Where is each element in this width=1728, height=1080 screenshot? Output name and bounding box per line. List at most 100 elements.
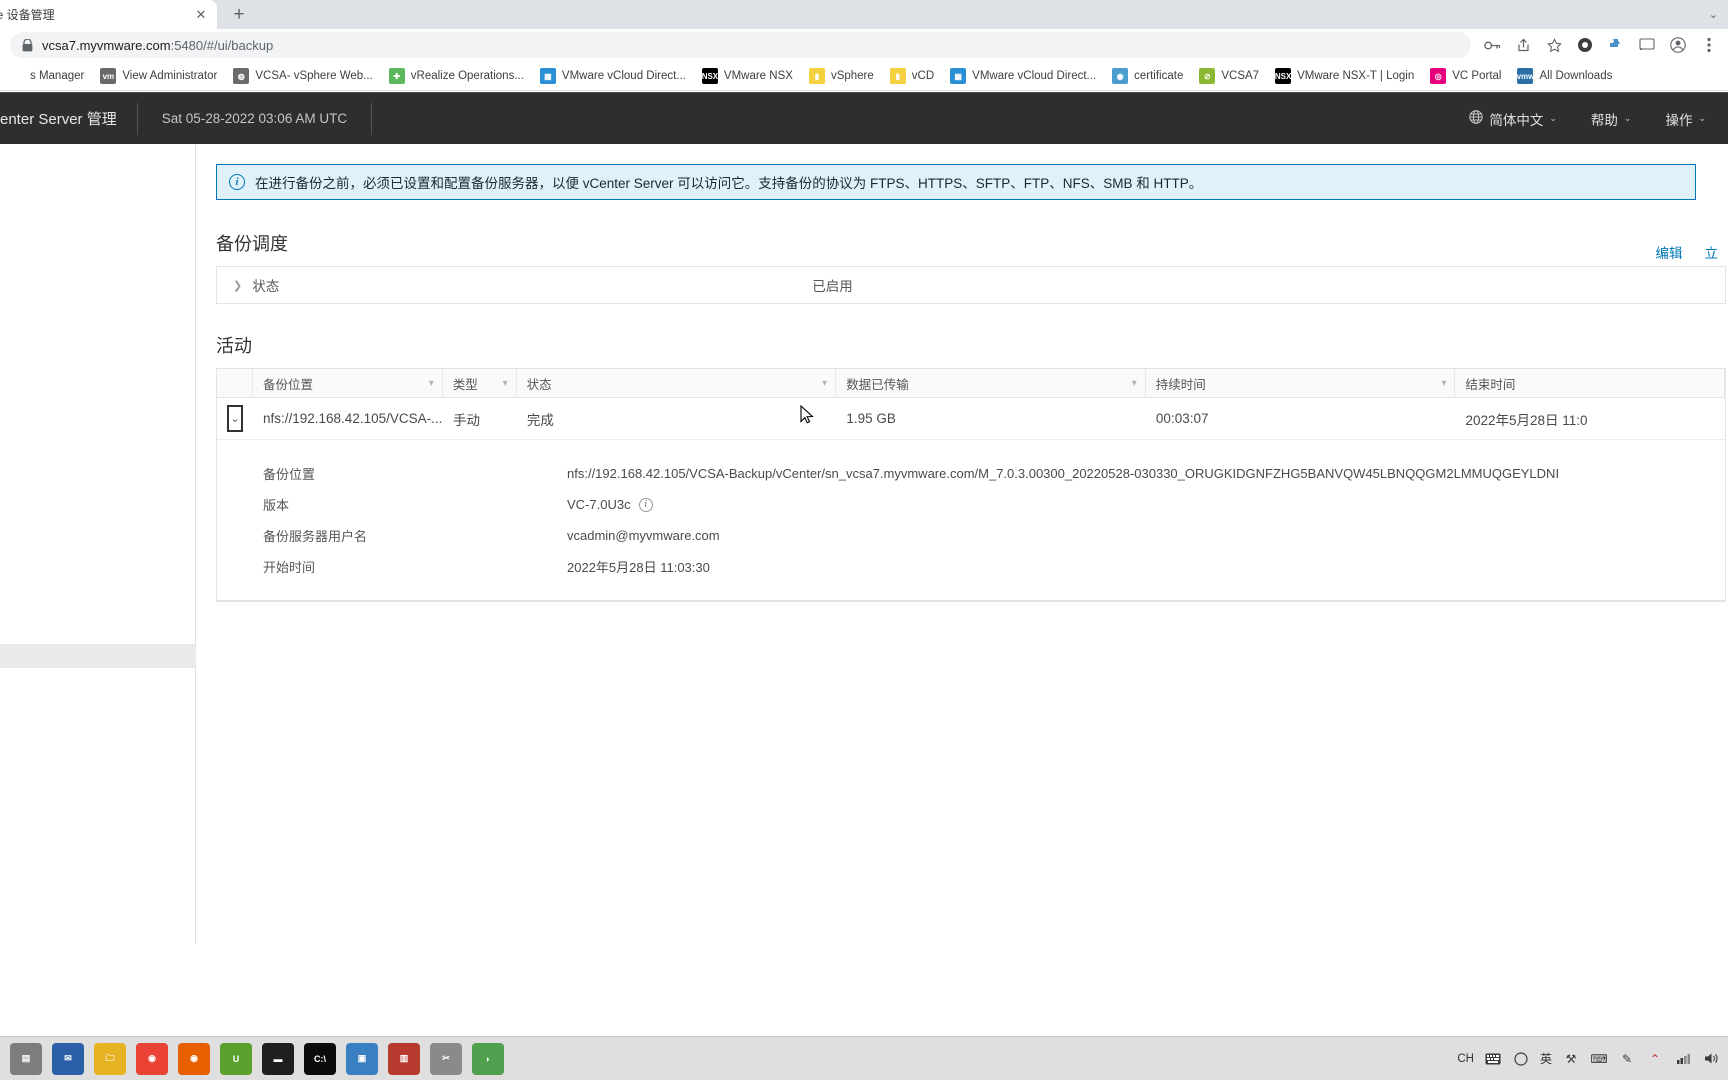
app-rdp-icon[interactable]: ▣ [346, 1042, 378, 1075]
close-icon[interactable]: ✕ [193, 7, 209, 23]
detail-value: vcadmin@myvmware.com [567, 528, 720, 543]
app-vm-icon[interactable]: ▤ [10, 1042, 42, 1075]
detail-label: 开始时间 [263, 560, 316, 575]
filter-icon[interactable]: ▾ [429, 378, 434, 389]
bookmark-favicon-icon: NSX [702, 68, 718, 84]
new-tab-button[interactable]: + [225, 1, 253, 29]
app-title: enter Server 管理 [0, 102, 138, 135]
filter-icon[interactable]: ▾ [822, 378, 827, 389]
edit-schedule-link[interactable]: 编辑 [1656, 242, 1683, 262]
bookmark-item[interactable]: NSX VMware NSX-T | Login [1267, 62, 1422, 90]
activity-detail-panel: 备份位置 nfs://192.168.42.105/VCSA-Backup/vCe… [217, 440, 1725, 601]
bookmark-item[interactable]: NSX VMware NSX [694, 62, 801, 90]
address-bar[interactable]: vcsa7.myvmware.com:5480/#/ui/backup [10, 32, 1471, 58]
detail-label: 备份服务器用户名 [263, 529, 368, 544]
bookmark-item[interactable]: s Manager [0, 62, 92, 90]
pencil-icon[interactable]: ✎ [1618, 1050, 1636, 1068]
bookmark-item[interactable]: ▦ VMware vCloud Direct... [532, 62, 694, 90]
chevron-down-icon[interactable]: ⌄ [227, 405, 243, 432]
detail-label: 版本 [263, 498, 290, 513]
filter-icon[interactable]: ▾ [1132, 378, 1137, 389]
bookmark-label: s Manager [30, 70, 85, 82]
chevron-down-icon[interactable]: ⌄ [1709, 8, 1718, 21]
chevron-down-icon: ⌄ [1623, 113, 1632, 123]
backup-now-link[interactable]: 立 [1705, 242, 1719, 262]
sidebar-selected-item[interactable] [0, 644, 196, 668]
record-icon[interactable] [1576, 36, 1594, 54]
app-putty-icon[interactable]: ◗ [472, 1042, 504, 1075]
bookmark-label: All Downloads [1539, 70, 1613, 82]
bookmark-item[interactable]: ▦ VMware vCloud Direct... [942, 62, 1104, 90]
column-header[interactable]: 备份位置 ▾ [253, 369, 443, 397]
app-tools-icon[interactable]: ✂ [430, 1042, 462, 1075]
cast-icon[interactable] [1638, 36, 1656, 54]
globe-icon [1469, 110, 1484, 127]
schedule-status-row[interactable]: ❯ 状态 已启用 [217, 267, 1725, 303]
backup-schedule-actions: 编辑 立 [1656, 242, 1727, 266]
detail-label: 备份位置 [263, 467, 316, 482]
volume-icon[interactable] [1702, 1050, 1720, 1068]
filter-icon[interactable]: ▾ [1441, 378, 1446, 389]
menu-icon[interactable] [1700, 36, 1718, 54]
bookmark-item[interactable]: ◉ certificate [1104, 62, 1191, 90]
app-winrar-icon[interactable]: ▥ [388, 1042, 420, 1075]
tools-icon[interactable]: ⚒ [1562, 1050, 1580, 1068]
keyboard-icon[interactable] [1484, 1050, 1502, 1068]
column-header[interactable]: 状态 ▾ [517, 369, 837, 397]
language-menu[interactable]: 简体中文 ⌄ [1469, 109, 1557, 129]
bookmark-item[interactable]: ✚ vRealize Operations... [381, 62, 532, 90]
detail-value: nfs://192.168.42.105/VCSA-Backup/vCenter… [567, 466, 1559, 481]
app-firefox-icon[interactable]: ◉ [178, 1042, 210, 1075]
app-editor-icon[interactable]: U [220, 1042, 252, 1075]
info-icon[interactable]: i [638, 497, 653, 512]
sidebar-nav [0, 144, 196, 944]
app-explorer-icon[interactable]: 🗀 [94, 1042, 126, 1075]
detail-value: 2022年5月28日 11:03:30 [567, 557, 710, 576]
bookmark-item[interactable]: ◎ VC Portal [1422, 62, 1509, 90]
bookmark-favicon-icon: ◍ [233, 68, 250, 84]
app-mail-icon[interactable]: ✉ [52, 1042, 84, 1075]
extension-puzzle-icon[interactable] [1607, 36, 1625, 54]
url-host: vcsa7.myvmware.com [42, 37, 171, 53]
bookmark-favicon-icon: vmw [1517, 68, 1534, 84]
omnibox-bar: vcsa7.myvmware.com:5480/#/ui/backup [0, 29, 1728, 62]
bookmark-item[interactable]: ◍ VCSA- vSphere Web... [225, 62, 380, 90]
share-icon[interactable] [1514, 36, 1532, 54]
key-icon[interactable] [1483, 36, 1501, 54]
omnibox-actions [1483, 36, 1718, 54]
app-terminal-icon[interactable]: ▬ [262, 1042, 294, 1075]
browser-tab[interactable]: are 设备管理 ✕ [0, 0, 217, 29]
actions-menu[interactable]: 操作 ⌄ [1665, 109, 1706, 129]
bookmark-label: VMware vCloud Direct... [972, 70, 1097, 82]
input-icon[interactable]: ⌨ [1590, 1050, 1608, 1068]
star-icon[interactable] [1545, 36, 1563, 54]
bookmark-item[interactable]: ▮ vSphere [801, 62, 882, 90]
server-clock: Sat 05-28-2022 03:06 AM UTC [138, 102, 373, 135]
bookmark-label: VCSA7 [1221, 70, 1260, 82]
filter-icon[interactable]: ▾ [503, 378, 508, 389]
table-cell: 2022年5月28日 11:0 [1465, 412, 1588, 428]
ime-indicator[interactable]: CH [1457, 1053, 1474, 1065]
app-chrome-icon[interactable]: ◉ [136, 1042, 168, 1075]
column-header[interactable]: 结束时间 [1455, 369, 1725, 397]
help-menu[interactable]: 帮助 ⌄ [1591, 109, 1632, 129]
bookmark-item[interactable]: ⊘ VCSA7 [1191, 62, 1267, 90]
ime-mode-label[interactable]: 英 [1540, 1050, 1552, 1067]
circle-icon[interactable] [1512, 1050, 1530, 1068]
info-banner-text: 在进行备份之前，必须已设置和配置备份服务器，以便 vCenter Server … [255, 176, 1203, 191]
detail-value: VC-7.0U3c i [567, 497, 653, 512]
chevron-right-icon[interactable]: ❯ [233, 279, 242, 292]
bookmark-label: VMware NSX [723, 70, 793, 82]
app-header: enter Server 管理 Sat 05-28-2022 03:06 AM … [0, 92, 1728, 144]
column-header[interactable]: 持续时间 ▾ [1146, 369, 1456, 397]
bookmark-item[interactable]: ▮ vCD [882, 62, 942, 90]
bookmark-item[interactable]: vm View Administrator [92, 62, 225, 90]
column-header[interactable]: 类型 ▾ [443, 369, 517, 397]
app-cmd-icon[interactable]: C:\ [304, 1042, 336, 1075]
bookmark-item[interactable]: vmw All Downloads [1509, 62, 1620, 90]
chevron-up-icon[interactable]: ⌃ [1646, 1050, 1664, 1068]
column-header[interactable]: 数据已传输 ▾ [836, 369, 1146, 397]
profile-avatar-icon[interactable] [1669, 36, 1687, 54]
table-row[interactable]: ⌄ nfs://192.168.42.105/VCSA-... 手动 完成 1.95 G… [217, 398, 1725, 440]
network-icon[interactable] [1674, 1050, 1692, 1068]
